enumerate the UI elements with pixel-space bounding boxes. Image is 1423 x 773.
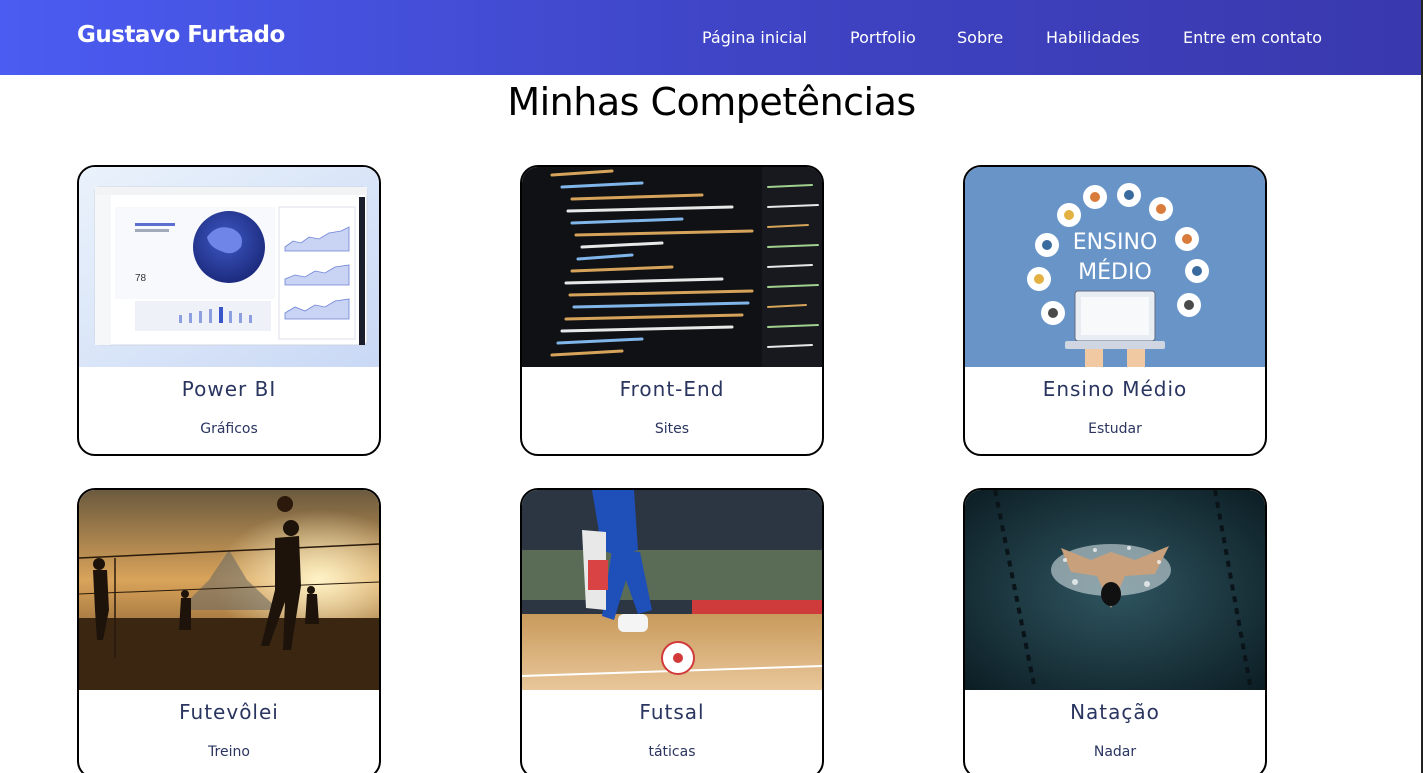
card-subtitle: táticas [648,744,696,760]
card-title: Futsal [639,700,705,724]
ensino-medio-image-text: ENSINO [1073,230,1158,255]
card-title: Ensino Médio [1042,377,1188,401]
card-subtitle: Gráficos [200,421,258,437]
section-title: Minhas Competências [507,80,916,124]
card-subtitle: Nadar [1093,744,1137,760]
card-subtitle: Sites [654,421,690,437]
power-bi-dashboard-image: 78 [79,167,379,367]
nav-link-contact[interactable]: Entre em contato [1183,28,1322,47]
card-title: Power BI [181,377,277,401]
card-futevolei[interactable]: Futevôlei Treino [77,488,381,773]
brand-logo[interactable]: Gustavo Furtado [77,22,285,48]
swimmer-pool-image [965,490,1265,690]
ensino-medio-illustration: ENSINO MÉDIO [965,167,1265,367]
card-title: Natação [1070,700,1160,724]
svg-text:MÉDIO: MÉDIO [1078,259,1152,285]
beach-footvolley-image [79,490,379,690]
nav-link-home[interactable]: Página inicial [702,28,807,47]
top-navbar: Gustavo Furtado Página inicial Portfolio… [0,0,1423,75]
card-subtitle: Treino [208,744,250,760]
card-subtitle: Estudar [1088,421,1142,437]
card-power-bi[interactable]: 78 Power BI Gráficos [77,165,381,456]
nav-link-skills[interactable]: Habilidades [1046,28,1140,47]
card-title: Futevôlei [179,700,279,724]
nav-link-portfolio[interactable]: Portfolio [850,28,916,47]
nav-link-about[interactable]: Sobre [957,28,1003,47]
code-editor-image [522,167,822,367]
card-ensino-medio[interactable]: ENSINO MÉDIO Ensino Médio Estudar [963,165,1267,456]
svg-text:78: 78 [135,273,147,284]
card-front-end[interactable]: Front-End Sites [520,165,824,456]
card-futsal[interactable]: Futsal táticas [520,488,824,773]
futsal-players-image [522,490,822,690]
card-natacao[interactable]: Natação Nadar [963,488,1267,773]
card-title: Front-End [619,377,725,401]
